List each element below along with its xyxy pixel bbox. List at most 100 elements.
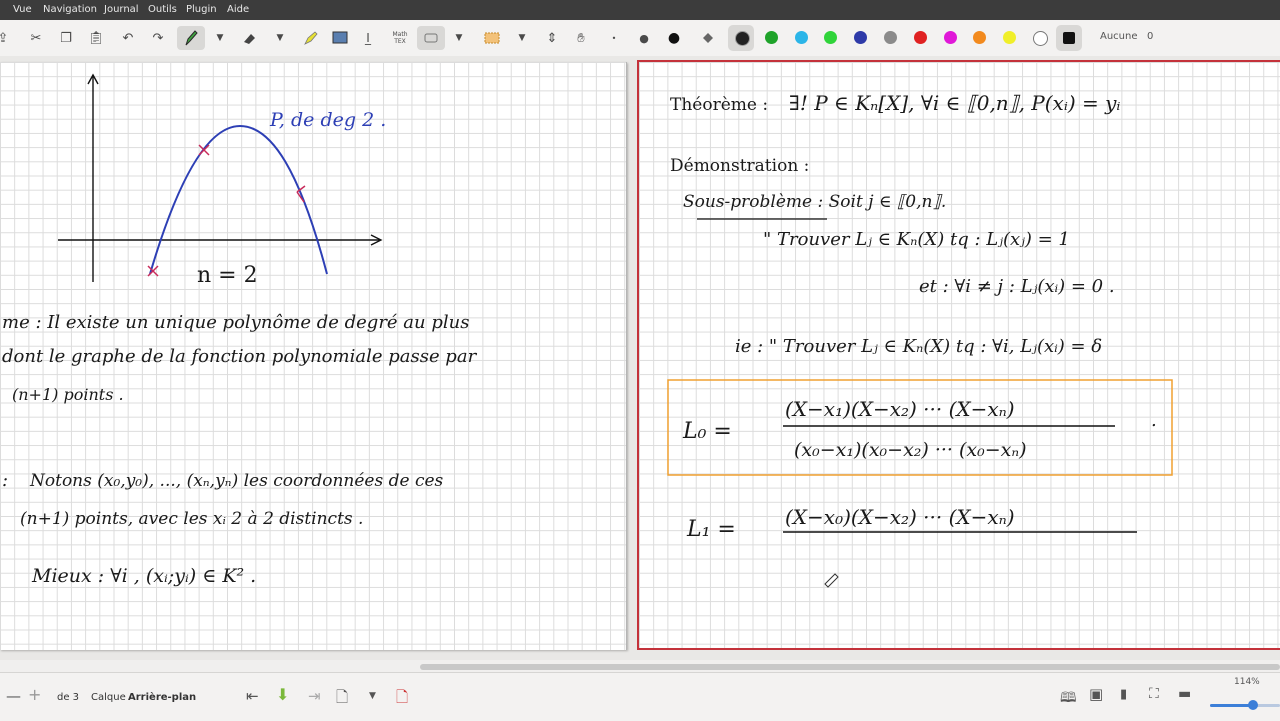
- color-green-swatch[interactable]: [765, 31, 778, 44]
- math-tex-label-2: TEX: [394, 38, 406, 45]
- color-magenta-swatch[interactable]: [944, 31, 957, 44]
- shape-icon: [424, 33, 438, 43]
- shape-recognizer-button[interactable]: [417, 26, 445, 50]
- theoreme-label: Théorème :: [670, 95, 768, 115]
- highlighter-icon[interactable]: [300, 26, 320, 50]
- layer-select[interactable]: Arrière-plan: [128, 692, 196, 703]
- layout-single-icon[interactable]: ▣: [1089, 685, 1103, 703]
- pen-options-chevron-icon[interactable]: ▼: [214, 26, 226, 50]
- select-rect-icon[interactable]: [482, 26, 502, 50]
- zoom-out-icon[interactable]: —: [6, 687, 21, 705]
- color-white-swatch[interactable]: [1033, 31, 1048, 46]
- polynomial-label: P, de deg 2 .: [269, 109, 386, 131]
- redo-icon[interactable]: ↷: [148, 26, 168, 50]
- horizontal-scrollbar[interactable]: [420, 664, 1280, 670]
- demonstration-label: Démonstration :: [670, 156, 809, 176]
- ie-line: ie : " Trouver Lⱼ ∈ Kₙ(X) tq : ∀i, Lⱼ(xᵢ…: [735, 336, 1102, 357]
- color-lightgreen-swatch[interactable]: [824, 31, 837, 44]
- zoom-slider-track[interactable]: [1210, 700, 1280, 710]
- L1-numerator: (X−x₀)(X−x₂) ··· (X−xₙ): [785, 505, 1015, 529]
- prev-layer-icon[interactable]: ⇤: [246, 687, 259, 705]
- eraser-icon[interactable]: [240, 26, 260, 50]
- et-line: et : ∀i ≠ j : Lⱼ(xᵢ) = 0 .: [919, 276, 1115, 297]
- pen-icon: [185, 30, 198, 46]
- color-yellow-swatch[interactable]: [1003, 31, 1016, 44]
- fill-icon[interactable]: [698, 26, 718, 50]
- custom-color-button[interactable]: [1056, 25, 1082, 51]
- L0-denominator: (x₀−x₁)(x₀−x₂) ··· (x₀−xₙ): [794, 439, 1027, 461]
- export-icon[interactable]: ⇪: [0, 26, 10, 50]
- size-fine-icon[interactable]: •: [606, 26, 622, 50]
- menu-outils[interactable]: Outils: [148, 4, 177, 15]
- theorem-line-2: dont le graphe de la fonction polynomial…: [2, 346, 478, 367]
- paste-icon[interactable]: 📋︎: [86, 26, 106, 50]
- zoom-slider-handle[interactable]: [1248, 700, 1259, 710]
- zoom-fit-icon[interactable]: ▮: [1120, 687, 1127, 702]
- pen-cursor-icon: [824, 573, 839, 588]
- page-3[interactable]: Théorème : ∃! P ∈ Kₙ[X], ∀i ∈ ⟦0,n⟧, P(x…: [637, 60, 1280, 650]
- menu-bar: Vue Navigation Journal Outils Plugin Aid…: [0, 0, 1280, 20]
- page-2-ink: P, de deg 2 . n = 2 me : Il existe un un…: [2, 73, 478, 587]
- toolbar: ⇪ ✂ ❐ 📋︎ ↶ ↷ ▼ ▼ I̲ Math TEX ▼ ▼ ⇕ ✋︎ • …: [0, 20, 1280, 57]
- zoom-slider-fill: [1210, 704, 1254, 707]
- parabola-curve: [149, 124, 328, 275]
- theorem-line-3: (n+1) points .: [12, 385, 124, 404]
- notation-line-2: (n+1) points, avec les xᵢ 2 à 2 distinct…: [20, 509, 363, 529]
- undo-icon[interactable]: ↶: [118, 26, 138, 50]
- layer-menu-chevron-icon[interactable]: ▼: [369, 691, 376, 701]
- notation-prefix: :: [2, 470, 8, 491]
- layout-book-icon[interactable]: 🕮︎: [1060, 687, 1077, 711]
- cut-icon[interactable]: ✂: [26, 26, 46, 50]
- zoom-in-icon[interactable]: +: [28, 685, 41, 704]
- fullscreen-icon[interactable]: ⛶: [1149, 686, 1159, 702]
- color-red-swatch[interactable]: [914, 31, 927, 44]
- pen-tool-button[interactable]: [177, 26, 205, 50]
- degree-label: n = 2: [197, 263, 258, 288]
- color-blue-swatch[interactable]: [854, 31, 867, 44]
- size-thick-icon[interactable]: ●: [666, 26, 682, 50]
- menu-aide[interactable]: Aide: [227, 4, 249, 15]
- page-3-ink: Théorème : ∃! P ∈ Kₙ[X], ∀i ∈ ⟦0,n⟧, P(x…: [667, 91, 1173, 588]
- mieux-line: Mieux : ∀i , (xᵢ;yᵢ) ∈ K² .: [31, 565, 256, 587]
- notation-line-1: Notons (x₀,y₀), ..., (xₙ,yₙ) les coordon…: [29, 471, 444, 491]
- L0-dot: .: [1151, 410, 1157, 431]
- hand-tool-icon[interactable]: ✋︎: [571, 26, 591, 50]
- go-to-layer-icon[interactable]: ⬇: [276, 685, 289, 704]
- L0-lhs: L₀ =: [682, 419, 732, 444]
- copy-icon[interactable]: ❐: [56, 26, 76, 50]
- color-gray-swatch[interactable]: [884, 31, 897, 44]
- image-icon[interactable]: [330, 26, 350, 50]
- workspace[interactable]: P, de deg 2 . n = 2 me : Il existe un un…: [0, 56, 1280, 660]
- text-tool-icon[interactable]: I̲: [358, 26, 378, 50]
- custom-color-square-icon: [1063, 32, 1075, 44]
- layer-label: Calque: [91, 692, 126, 703]
- size-medium-icon[interactable]: ●: [636, 26, 652, 50]
- new-layer-icon[interactable]: 🗋︎: [336, 687, 348, 712]
- eraser-options-chevron-icon[interactable]: ▼: [274, 26, 286, 50]
- color-black-swatch[interactable]: [735, 31, 750, 46]
- zoom-percent: 114%: [1234, 677, 1260, 687]
- shape-options-chevron-icon[interactable]: ▼: [453, 26, 465, 50]
- theoreme-formula: ∃! P ∈ Kₙ[X], ∀i ∈ ⟦0,n⟧, P(xᵢ) = yᵢ: [789, 91, 1120, 115]
- math-tex-label-1: Math: [392, 31, 408, 38]
- trouver-line: " Trouver Lⱼ ∈ Kₙ(X) tq : Lⱼ(xⱼ) = 1: [763, 229, 1070, 250]
- vertical-space-icon[interactable]: ⇕: [542, 26, 562, 50]
- menu-vue[interactable]: Vue: [13, 4, 32, 15]
- L0-numerator: (X−x₁)(X−x₂) ··· (X−xₙ): [785, 397, 1015, 421]
- point-cross-1: [147, 265, 159, 277]
- next-layer-icon[interactable]: ⇥: [308, 687, 321, 705]
- menu-navigation[interactable]: Navigation: [43, 4, 97, 15]
- color-lightblue-swatch[interactable]: [795, 31, 808, 44]
- status-bar: — + de 3 Calque Arrière-plan ⇤ ⬇ ⇥ 🗋︎ ▼ …: [0, 672, 1280, 721]
- color-orange-swatch[interactable]: [973, 31, 986, 44]
- L1-lhs: L₁ =: [686, 517, 736, 542]
- menu-journal[interactable]: Journal: [104, 4, 139, 15]
- math-tex-button[interactable]: Math TEX: [388, 26, 412, 50]
- sous-probleme-line: Sous-problème : Soit j ∈ ⟦0,n⟧.: [683, 192, 946, 212]
- zoom-100-icon[interactable]: ▬: [1178, 686, 1191, 702]
- select-options-chevron-icon[interactable]: ▼: [516, 26, 528, 50]
- point-cross-2: [198, 144, 210, 156]
- delete-layer-icon[interactable]: 🗋︎: [396, 687, 408, 712]
- menu-plugin[interactable]: Plugin: [186, 4, 217, 15]
- page-2[interactable]: P, de deg 2 . n = 2 me : Il existe un un…: [0, 62, 627, 650]
